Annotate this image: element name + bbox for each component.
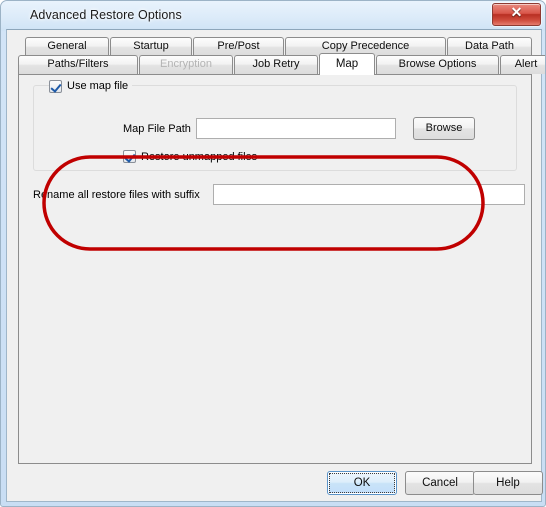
use-map-file-checkbox-row[interactable]: Use map file <box>49 78 133 94</box>
tab-map[interactable]: Map <box>319 53 375 75</box>
tab-encryption: Encryption <box>139 55 233 74</box>
dialog-window: Advanced Restore Options ✕ General Start… <box>0 0 546 507</box>
use-map-file-label: Use map file <box>67 80 129 92</box>
browse-button[interactable]: Browse <box>413 117 475 140</box>
use-map-file-groupbox: Use map file Map File Path Browse Restor… <box>33 78 517 171</box>
tab-page-map: Use map file Map File Path Browse Restor… <box>18 74 532 464</box>
rename-suffix-label: Rename all restore files with suffix <box>33 189 200 201</box>
window-title: Advanced Restore Options <box>30 8 182 22</box>
cancel-button[interactable]: Cancel <box>405 471 475 495</box>
tab-startup[interactable]: Startup <box>110 37 192 56</box>
tab-data-path[interactable]: Data Path <box>447 37 532 56</box>
tab-general[interactable]: General <box>25 37 109 56</box>
dialog-client-area: General Startup Pre/Post Copy Precedence… <box>6 29 545 502</box>
rename-suffix-input[interactable] <box>213 184 525 205</box>
map-file-path-input[interactable] <box>196 118 396 139</box>
tab-control: General Startup Pre/Post Copy Precedence… <box>18 37 545 464</box>
map-file-path-label: Map File Path <box>123 123 191 135</box>
tab-alert[interactable]: Alert <box>500 55 545 74</box>
close-icon: ✕ <box>510 6 523 21</box>
restore-unmapped-files-label: Restore unmapped files <box>141 150 258 163</box>
close-button[interactable]: ✕ <box>492 3 541 26</box>
tab-job-retry[interactable]: Job Retry <box>234 55 318 74</box>
use-map-file-checkbox[interactable] <box>49 79 62 93</box>
tab-pre-post[interactable]: Pre/Post <box>193 37 284 56</box>
help-button[interactable]: Help <box>473 471 543 495</box>
restore-unmapped-files-row[interactable]: Restore unmapped files <box>123 150 257 163</box>
tab-paths-filters[interactable]: Paths/Filters <box>18 55 138 74</box>
ok-button[interactable]: OK <box>327 471 397 495</box>
tab-browse-options[interactable]: Browse Options <box>376 55 499 74</box>
ok-button-label: OK <box>353 477 371 489</box>
restore-unmapped-files-checkbox[interactable] <box>123 150 136 163</box>
title-bar[interactable]: Advanced Restore Options ✕ <box>1 1 545 31</box>
